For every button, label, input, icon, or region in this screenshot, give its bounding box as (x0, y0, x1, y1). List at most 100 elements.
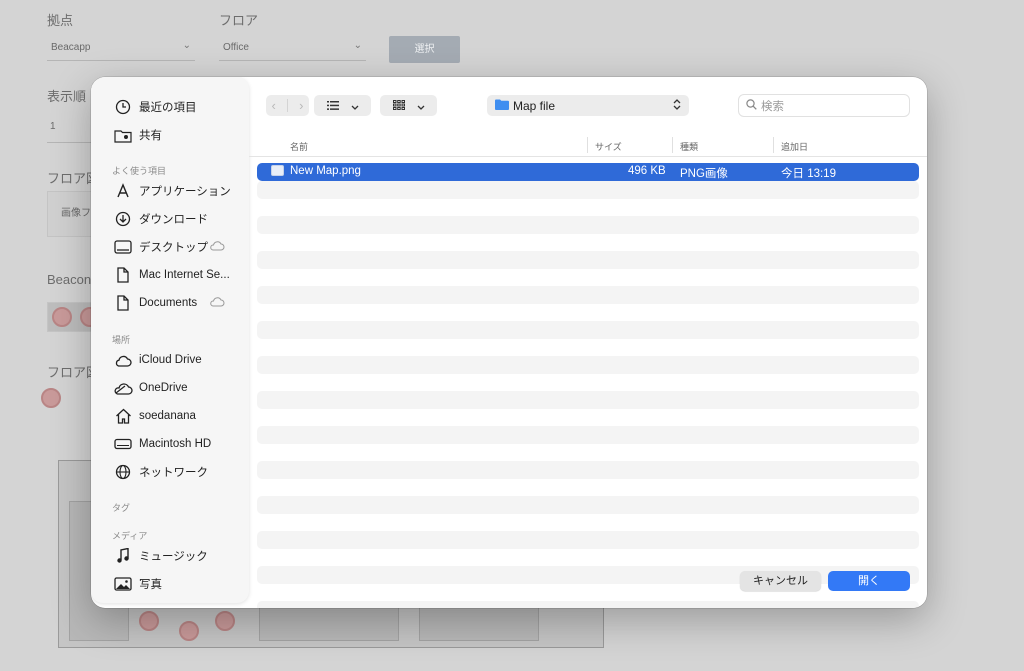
display-order-input[interactable]: 1 (50, 121, 56, 132)
column-date-added[interactable]: 追加日 (781, 140, 808, 153)
beacon-pin[interactable] (52, 307, 72, 327)
sidebar-item-music[interactable]: ミュージック (113, 545, 241, 567)
download-icon (113, 210, 133, 228)
sidebar: 最近の項目 共有 よく使う項目 アプリケーション ダウンロード デスクトップ M… (91, 77, 249, 603)
empty-row (257, 286, 919, 304)
current-folder-name: Map file (513, 98, 556, 113)
file-date-added: 今日 13:19 (781, 168, 836, 180)
sidebar-item-network[interactable]: ネットワーク (113, 461, 241, 483)
home-icon (113, 407, 133, 425)
beacon-pin[interactable] (179, 621, 199, 641)
document-icon (113, 266, 133, 284)
empty-row (257, 181, 919, 199)
select-button[interactable]: 選択 (389, 36, 460, 63)
divider (672, 137, 673, 153)
column-name[interactable]: 名前 (290, 140, 308, 153)
chevron-down-icon (351, 97, 359, 115)
search-field[interactable]: 検索 (738, 94, 910, 117)
beacon-strip (47, 302, 100, 332)
search-placeholder: 検索 (761, 100, 784, 113)
empty-row (257, 426, 919, 444)
empty-row (257, 251, 919, 269)
image-upload-box[interactable]: 画像フ (47, 191, 97, 237)
empty-row (257, 391, 919, 409)
sidebar-item-onedrive[interactable]: OneDrive (113, 377, 241, 399)
music-icon (113, 547, 133, 565)
sidebar-item-recents[interactable]: 最近の項目 (113, 96, 241, 118)
shared-folder-icon (113, 126, 133, 144)
globe-icon (113, 463, 133, 481)
sidebar-item-applications[interactable]: アプリケーション (113, 180, 241, 202)
sidebar-item-icloud-drive[interactable]: iCloud Drive (113, 349, 241, 371)
sidebar-item-macintosh-hd[interactable]: Macintosh HD (113, 433, 241, 455)
column-kind[interactable]: 種類 (680, 140, 698, 153)
floor-select[interactable]: Office ⌄ (219, 35, 366, 61)
open-button[interactable]: 開く (828, 571, 910, 591)
empty-row (257, 321, 919, 339)
file-size: 496 KB (628, 165, 666, 177)
navigation-buttons: ‹ › (266, 95, 309, 116)
image-placeholder: 画像フ (61, 208, 91, 219)
clock-icon (113, 98, 133, 116)
empty-row (257, 216, 919, 234)
chevron-down-icon: ⌄ (182, 40, 191, 51)
file-name: New Map.png (290, 165, 361, 177)
sidebar-item-desktop[interactable]: デスクトップ (113, 236, 241, 258)
forward-button[interactable]: › (299, 98, 303, 113)
sidebar-item-home[interactable]: soedanana (113, 405, 241, 427)
divider (587, 137, 588, 153)
grid-icon (392, 97, 405, 115)
empty-row (257, 461, 919, 479)
empty-row (257, 531, 919, 549)
column-header-row: 名前 サイズ 種類 追加日 (249, 133, 927, 157)
back-button[interactable]: ‹ (272, 98, 276, 113)
beacon-pin[interactable] (41, 388, 61, 408)
grid-view-button[interactable] (380, 95, 437, 116)
beacon-pin[interactable] (139, 611, 159, 631)
cloud-icon (113, 351, 133, 369)
icloud-status-icon (209, 296, 225, 310)
list-icon (326, 97, 339, 115)
divider (773, 137, 774, 153)
onedrive-cloud-icon (113, 379, 133, 397)
cancel-button[interactable]: キャンセル (740, 571, 821, 591)
sidebar-item-shared[interactable]: 共有 (113, 124, 241, 146)
folder-icon (495, 99, 509, 113)
image-file-icon (271, 165, 284, 176)
folder-path-popup[interactable]: Map file (487, 95, 689, 116)
empty-row (257, 496, 919, 514)
display-order-label: 表示順 (47, 89, 87, 104)
chevron-down-icon (417, 97, 425, 115)
beacon-pin[interactable] (215, 611, 235, 631)
desktop-icon (113, 238, 133, 256)
tags-header: タグ (112, 503, 131, 513)
file-row[interactable]: New Map.png 496 KB PNG画像 今日 13:19 (257, 163, 919, 181)
list-view-button[interactable] (314, 95, 371, 116)
photos-icon (113, 575, 133, 593)
media-header: メディア (112, 531, 148, 541)
applications-icon (113, 182, 133, 200)
locations-header: 場所 (112, 335, 131, 345)
floor-label: フロア (219, 13, 259, 28)
open-file-dialog: 最近の項目 共有 よく使う項目 アプリケーション ダウンロード デスクトップ M… (91, 77, 927, 608)
column-size[interactable]: サイズ (595, 140, 622, 153)
sidebar-item-downloads[interactable]: ダウンロード (113, 208, 241, 230)
floor-select-value: Office (223, 42, 249, 53)
file-kind: PNG画像 (680, 168, 728, 180)
location-select-value: Beacapp (51, 42, 91, 53)
document-icon (113, 294, 133, 312)
empty-row (257, 601, 919, 608)
icloud-status-icon (209, 240, 225, 254)
divider (286, 99, 288, 112)
sidebar-item-photos[interactable]: 写真 (113, 573, 241, 595)
disk-icon (113, 435, 133, 453)
up-down-chevron-icon (673, 98, 681, 113)
divider (47, 142, 97, 143)
beacon-label: Beacon (47, 272, 92, 287)
search-icon (746, 98, 757, 113)
sidebar-item-mac-internet-sharing[interactable]: Mac Internet Se... (113, 264, 241, 286)
sidebar-item-documents[interactable]: Documents (113, 292, 241, 314)
location-select[interactable]: Beacapp ⌄ (47, 35, 195, 61)
empty-row (257, 356, 919, 374)
favorites-header: よく使う項目 (112, 166, 167, 176)
